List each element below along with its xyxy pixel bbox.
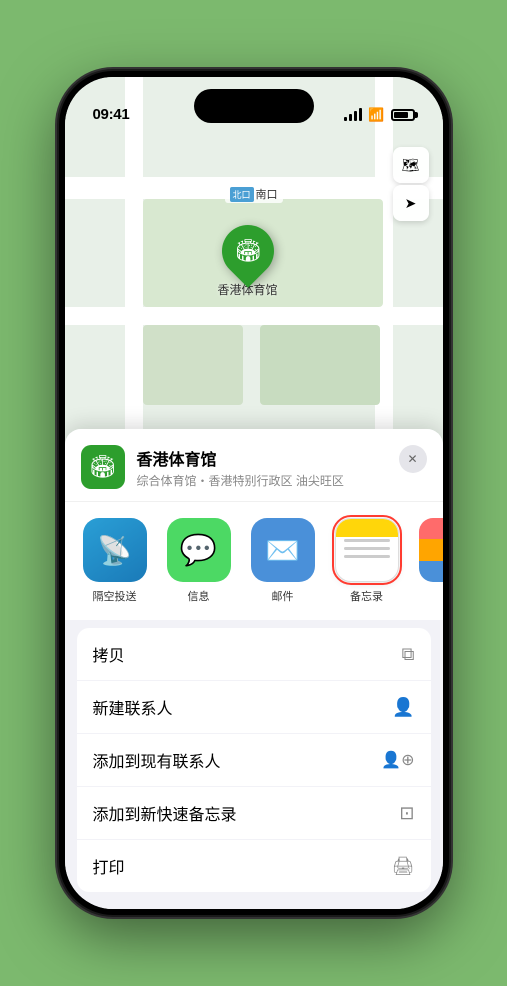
airdrop-icon: 📡 <box>97 534 132 567</box>
wifi-icon: 📶 <box>368 107 384 123</box>
map-location-button[interactable]: ➤ <box>393 185 429 221</box>
message-label: 信息 <box>188 588 210 604</box>
venue-info: 香港体育馆 综合体育馆・香港特别行政区 油尖旺区 <box>137 446 427 489</box>
signal-bar-3 <box>354 111 357 121</box>
bottom-sheet: 🏟 香港体育馆 综合体育馆・香港特别行政区 油尖旺区 ✕ 📡 隔空投送 <box>65 429 443 909</box>
map-block-2 <box>143 325 243 405</box>
marker-circle: 🏟 <box>211 214 285 288</box>
status-icons: 📶 <box>344 107 414 123</box>
action-print[interactable]: 打印 🖨 <box>77 840 431 892</box>
mail-icon: ✉️ <box>265 534 300 567</box>
battery-icon <box>391 109 415 121</box>
notes-icon-box <box>335 518 399 582</box>
action-list: 拷贝 ⧉ 新建联系人 👤 添加到现有联系人 👤⊕ 添加到新快速备忘录 ⊡ 打印 <box>77 628 431 892</box>
add-notes-icon: ⊡ <box>399 803 414 824</box>
location-marker: 🏟 香港体育馆 <box>217 225 277 298</box>
dynamic-island <box>194 89 314 123</box>
more-icon-box <box>419 518 443 582</box>
phone-frame: 09:41 📶 <box>59 71 449 915</box>
share-item-message[interactable]: 💬 信息 <box>165 518 233 604</box>
status-time: 09:41 <box>93 106 130 123</box>
close-icon: ✕ <box>407 452 417 466</box>
signal-bars-icon <box>344 109 362 121</box>
map-block-3 <box>260 325 380 405</box>
message-icon-box: 💬 <box>167 518 231 582</box>
copy-icon: ⧉ <box>402 644 415 665</box>
share-item-more[interactable]: 提 <box>417 518 443 604</box>
signal-bar-1 <box>344 117 347 121</box>
signal-bar-2 <box>349 114 352 121</box>
stadium-icon: 🏟 <box>234 238 262 264</box>
venue-icon: 🏟 <box>81 445 125 489</box>
map-layers-icon: 🗺 <box>402 157 420 174</box>
action-new-contact[interactable]: 新建联系人 👤 <box>77 681 431 734</box>
action-add-contact-label: 添加到现有联系人 <box>93 748 221 772</box>
map-label-badge: 北口 <box>229 187 253 202</box>
notes-label: 备忘录 <box>350 588 383 604</box>
mail-icon-box: ✉️ <box>251 518 315 582</box>
signal-bar-4 <box>359 108 362 121</box>
share-item-mail[interactable]: ✉️ 邮件 <box>249 518 317 604</box>
notes-line-2 <box>344 547 390 550</box>
airdrop-label: 隔空投送 <box>93 588 137 604</box>
mail-label: 邮件 <box>272 588 294 604</box>
share-row: 📡 隔空投送 💬 信息 ✉️ 邮件 <box>65 501 443 620</box>
notes-line-1 <box>344 539 390 542</box>
action-new-contact-label: 新建联系人 <box>93 695 173 719</box>
message-icon: 💬 <box>180 533 217 568</box>
notes-top-bar <box>336 519 398 537</box>
airdrop-icon-box: 📡 <box>83 518 147 582</box>
action-copy-label: 拷贝 <box>93 642 125 666</box>
venue-stadium-icon: 🏟 <box>89 454 117 480</box>
notes-lines <box>344 539 390 563</box>
venue-subtitle: 综合体育馆・香港特别行政区 油尖旺区 <box>137 472 427 489</box>
close-button[interactable]: ✕ <box>399 445 427 473</box>
action-add-contact[interactable]: 添加到现有联系人 👤⊕ <box>77 734 431 787</box>
print-icon: 🖨 <box>392 856 415 877</box>
map-layers-button[interactable]: 🗺 <box>393 147 429 183</box>
new-contact-icon: 👤 <box>392 697 414 718</box>
action-copy[interactable]: 拷贝 ⧉ <box>77 628 431 681</box>
action-add-notes-label: 添加到新快速备忘录 <box>93 801 237 825</box>
venue-header: 🏟 香港体育馆 综合体育馆・香港特别行政区 油尖旺区 ✕ <box>65 429 443 501</box>
venue-name: 香港体育馆 <box>137 446 427 470</box>
location-arrow-icon: ➤ <box>405 195 417 212</box>
action-print-label: 打印 <box>93 854 125 878</box>
action-add-notes[interactable]: 添加到新快速备忘录 ⊡ <box>77 787 431 840</box>
map-label-south: 北口南口 <box>224 185 282 203</box>
share-item-notes[interactable]: 备忘录 <box>333 518 401 604</box>
share-item-airdrop[interactable]: 📡 隔空投送 <box>81 518 149 604</box>
phone-screen: 09:41 📶 <box>65 77 443 909</box>
map-controls: 🗺 ➤ <box>393 147 429 221</box>
notes-line-3 <box>344 555 390 558</box>
add-contact-icon: 👤⊕ <box>381 750 414 770</box>
battery-fill <box>394 112 408 118</box>
